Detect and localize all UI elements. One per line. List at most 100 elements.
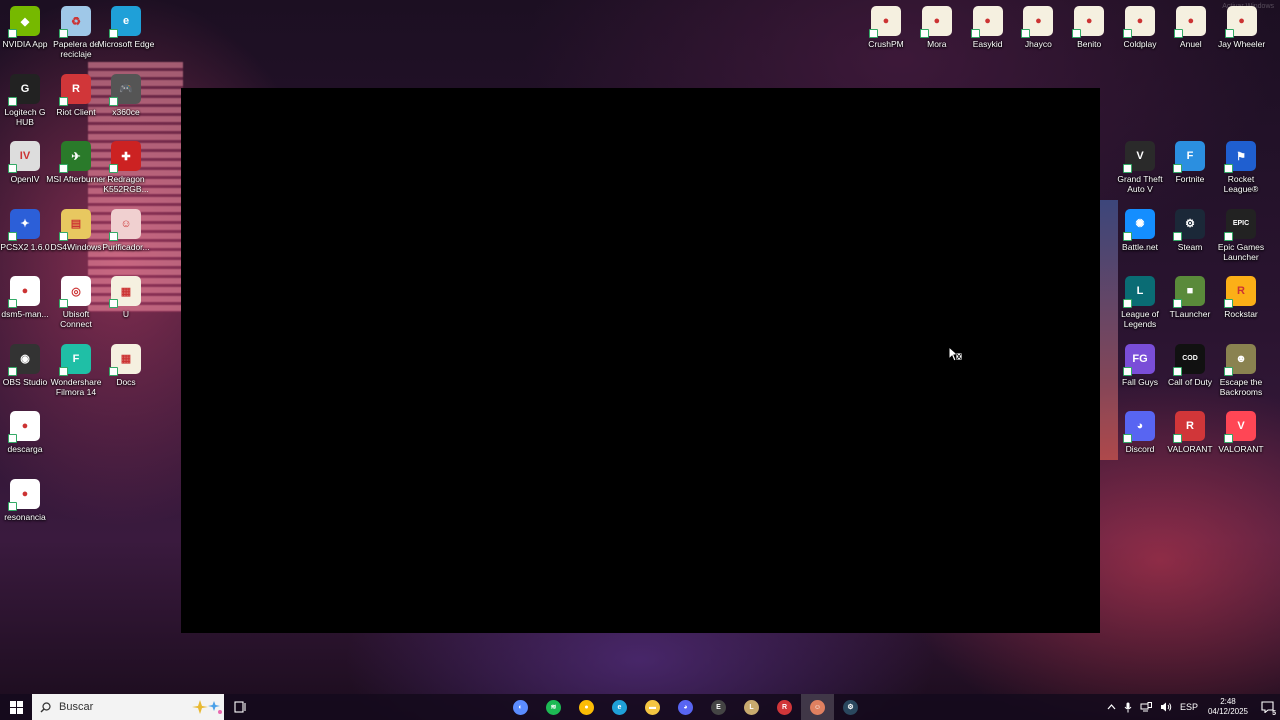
task-view-button[interactable]: [224, 694, 256, 720]
cod-icon: COD: [1173, 343, 1205, 376]
desktop-icon-msi-afterburner[interactable]: ✈ MSI Afterburner: [46, 141, 106, 184]
desktop-icon-league-of-legends[interactable]: L League of Legends: [1115, 276, 1165, 329]
desktop-icon-nvidia-app[interactable]: ◆ NVIDIA App: [0, 6, 50, 49]
desktop-icon-riot-client[interactable]: R Riot Client: [51, 73, 101, 117]
shortcut-arrow-icon: [1224, 299, 1233, 308]
desktop-icon-valorant[interactable]: R VALORANT: [1165, 411, 1215, 454]
desktop-icon-label: Epic Games Launcher: [1217, 241, 1265, 262]
taskbar-edge-button[interactable]: e: [603, 694, 636, 720]
shortcut-arrow-icon: [1123, 299, 1132, 308]
taskbar-steam-button[interactable]: ⚙: [834, 694, 867, 720]
desktop-icon-benito[interactable]: ● Benito: [1064, 6, 1114, 49]
desktop-icon-valorant[interactable]: V VALORANT: [1216, 411, 1266, 454]
desktop-icon-label: Rockstar: [1224, 309, 1258, 319]
desktop-icon-ubisoft-connect[interactable]: ◎ Ubisoft Connect: [51, 276, 101, 329]
black-app-window[interactable]: [181, 88, 1100, 633]
desktop-icon-rockstar[interactable]: R Rockstar: [1216, 276, 1266, 319]
shortcut-arrow-icon: [8, 434, 17, 443]
shortcut-arrow-icon: [8, 299, 17, 308]
shortcut-arrow-icon: [109, 231, 118, 241]
taskbar-file-explorer-button[interactable]: ▬: [636, 694, 669, 720]
system-tray: ESP 2:48 04/12/2025 5: [1103, 694, 1280, 720]
notifications-button[interactable]: 5: [1254, 694, 1280, 720]
taskbar-game-app-button[interactable]: ☺: [801, 694, 834, 720]
desktop-icon-label: Microsoft Edge: [97, 39, 155, 49]
desktop-icon-rocket-league[interactable]: ⚑ Rocket League®: [1216, 141, 1266, 194]
taskbar-riot-button[interactable]: R: [768, 694, 801, 720]
desktop-icon-resonancia[interactable]: ● resonancia: [0, 478, 50, 522]
chrome-doc-icon: ●: [970, 6, 1003, 38]
redragon-icon: ✚: [109, 141, 141, 173]
desktop-icon-easykid[interactable]: ● Easykid: [963, 6, 1013, 49]
chrome-doc-icon: ●: [1021, 6, 1054, 38]
taskbar-discord-button[interactable]: ◕: [669, 694, 702, 720]
taskbar-copilot-button[interactable]: ◐: [504, 694, 537, 720]
fall-guys-icon: FG: [1123, 343, 1155, 376]
shortcut-arrow-icon: [59, 299, 68, 308]
desktop-icon-docs[interactable]: ▦ Docs: [101, 343, 151, 387]
desktop-icon-grand-theft-auto-v[interactable]: V Grand Theft Auto V: [1115, 141, 1165, 194]
fortnite-icon: F: [1173, 141, 1205, 173]
taskbar-lol-button[interactable]: L: [735, 694, 768, 720]
desktop-icon-label: descarga: [7, 444, 43, 454]
desktop-icon-purificador[interactable]: ☺ Purificador...: [101, 208, 151, 252]
desktop-icon-wondershare-filmora-14[interactable]: F Wondershare Filmora 14: [51, 343, 101, 397]
desktop-icon-label: Rocket League®: [1223, 174, 1259, 194]
clock[interactable]: 2:48 04/12/2025: [1202, 697, 1254, 717]
desktop-icon-logitech-g-hub[interactable]: G Logitech G HUB: [0, 73, 50, 127]
desktop-icon-papelera-de-reciclaje[interactable]: ♻ Papelera de reciclaje: [51, 6, 101, 59]
desktop-icon-mora[interactable]: ● Mora: [912, 6, 962, 49]
shortcut-arrow-icon: [1173, 231, 1182, 241]
search-input[interactable]: Buscar: [32, 694, 224, 720]
desktop-icon-coldplay[interactable]: ● Coldplay: [1115, 6, 1165, 49]
desktop-icon-escape-the-backrooms[interactable]: ☻ Escape the Backrooms: [1216, 343, 1266, 397]
desktop-icon-label: Docs: [116, 376, 136, 387]
show-hidden-icons-button[interactable]: [1103, 704, 1120, 710]
taskbar-chrome-button[interactable]: ●: [570, 694, 603, 720]
desktop-icon-battle-net[interactable]: ✺ Battle.net: [1115, 208, 1165, 252]
game-app-icon: ☺: [810, 699, 825, 715]
desktop-icon-obs-studio[interactable]: ◉ OBS Studio: [0, 343, 50, 387]
desktop-icon-ds4windows[interactable]: ▤ DS4Windows: [50, 208, 102, 252]
desktop-icon-u[interactable]: ▦ U: [101, 276, 151, 319]
desktop-icon-tlauncher[interactable]: ■ TLauncher: [1165, 276, 1215, 319]
desktop-icon-jhayco[interactable]: ● Jhayco: [1013, 6, 1063, 49]
desktop-icon-crushpm[interactable]: ● CrushPM: [861, 6, 911, 49]
shortcut-arrow-icon: [1123, 434, 1132, 443]
desktop-icon-steam[interactable]: ⚙ Steam: [1165, 208, 1215, 252]
desktop-icon-fortnite[interactable]: F Fortnite: [1165, 141, 1215, 184]
shortcut-arrow-icon: [869, 29, 878, 38]
network-icon: [1140, 702, 1152, 712]
start-button[interactable]: [0, 694, 32, 720]
desktop-icon-redragon-k552rgb[interactable]: ✚ Redragon K552RGB...: [101, 141, 151, 194]
network-button[interactable]: [1136, 702, 1156, 712]
desktop-icon-fall-guys[interactable]: FG Fall Guys: [1115, 343, 1165, 387]
desktop-icon-epic-games-launcher[interactable]: EPIC Epic Games Launcher: [1216, 208, 1266, 262]
microphone-button[interactable]: [1120, 702, 1136, 713]
language-indicator[interactable]: ESP: [1176, 702, 1202, 712]
desktop-icon-descarga[interactable]: ● descarga: [0, 411, 50, 454]
chrome-icon: ●: [8, 478, 40, 511]
volume-button[interactable]: [1156, 702, 1176, 712]
desktop-icon-pcsx2-1-6-0[interactable]: ✦ PCSX2 1.6.0: [0, 208, 50, 252]
shortcut-arrow-icon: [8, 366, 17, 376]
shortcut-arrow-icon: [1021, 29, 1031, 38]
shortcut-arrow-icon: [1123, 29, 1132, 38]
file-explorer-icon: ▬: [645, 699, 660, 715]
desktop-icon-x360ce[interactable]: 🎮 x360ce: [101, 73, 151, 117]
desktop-icon-jay-wheeler[interactable]: ● Jay Wheeler: [1217, 6, 1267, 49]
desktop-icon-microsoft-edge[interactable]: e Microsoft Edge: [98, 6, 154, 49]
taskbar-epic-button[interactable]: E: [702, 694, 735, 720]
taskbar-spotify-button[interactable]: ≋: [537, 694, 570, 720]
obs-icon: ◉: [8, 343, 40, 376]
cursor-icon: [948, 346, 962, 362]
edge-icon: e: [612, 699, 627, 715]
desktop-icon-call-of-duty[interactable]: COD Call of Duty: [1165, 343, 1215, 387]
chrome-doc-icon: ●: [919, 6, 952, 38]
task-view-icon: [233, 701, 246, 713]
shortcut-arrow-icon: [109, 164, 118, 173]
desktop-icon-dsm5-man[interactable]: ● dsm5-man...: [0, 276, 50, 319]
desktop-icon-anuel[interactable]: ● Anuel: [1166, 6, 1216, 49]
desktop-icon-discord[interactable]: ◕ Discord: [1115, 411, 1165, 454]
desktop-icon-openiv[interactable]: IV OpenIV: [0, 141, 50, 184]
